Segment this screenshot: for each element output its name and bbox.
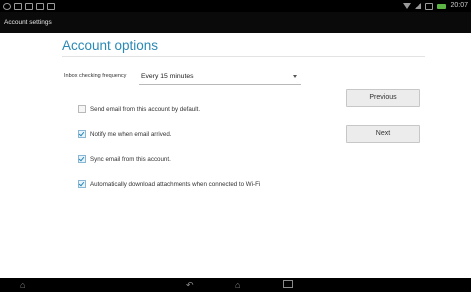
back-icon[interactable]: ↶ [186,280,194,290]
data-icon [425,2,434,10]
navigation-bar: ⌂ ↶ ⌂ [0,278,471,292]
next-button[interactable]: Next [346,125,420,143]
checkbox-notify[interactable] [78,130,86,138]
option-label: Sync email from this account. [90,155,171,163]
checkbox-send-default[interactable] [78,105,86,113]
title-divider [62,56,425,57]
option-label: Notify me when email arrived. [90,130,172,138]
option-sync[interactable]: Sync email from this account. [78,154,171,164]
frequency-spinner[interactable]: Every 15 minutes [139,70,301,85]
recent-apps-icon[interactable] [283,280,293,290]
option-notify[interactable]: Notify me when email arrived. [78,129,172,139]
asus-home-icon[interactable]: ⌂ [20,280,25,290]
status-bar: 20:07 [0,0,471,12]
action-bar: Account settings [0,12,471,33]
frequency-label: Inbox checking frequency [64,73,127,79]
app-icon [47,2,55,10]
dropdown-arrow-icon [293,75,297,78]
status-left-icons [3,0,55,12]
option-label: Send email from this account by default. [90,105,201,113]
checkbox-auto-download[interactable] [78,180,86,188]
option-send-default[interactable]: Send email from this account by default. [78,104,200,114]
previous-button[interactable]: Previous [346,89,420,107]
gallery-icon [36,2,44,10]
notification-icon [3,2,11,10]
home-icon[interactable]: ⌂ [235,280,240,290]
usb-icon [14,2,22,10]
page-title: Account options [62,38,159,53]
wifi-icon [403,3,412,9]
signal-icon [415,3,422,9]
screenshot-icon [25,2,33,10]
battery-icon [437,3,447,9]
status-right-icons: 20:07 [403,0,468,12]
option-label: Automatically download attachments when … [90,180,261,188]
action-bar-title: Account settings [4,19,52,26]
checkbox-sync[interactable] [78,155,86,163]
status-time: 20:07 [450,2,468,9]
frequency-value: Every 15 minutes [141,73,194,80]
option-auto-download[interactable]: Automatically download attachments when … [78,179,260,189]
